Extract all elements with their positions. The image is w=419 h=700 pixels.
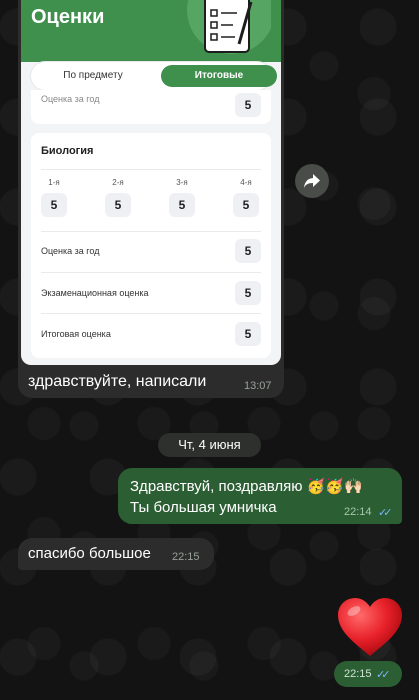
- year-grade-label: Оценка за год: [41, 246, 100, 256]
- exam-grade-badge: 5: [235, 281, 261, 305]
- message-time: 13:07: [244, 380, 272, 392]
- tab-final[interactable]: Итоговые: [161, 65, 277, 87]
- quarter-grade-badge: 5: [233, 193, 259, 217]
- previous-card-peek: Оценка за год 5: [31, 90, 271, 124]
- quarter-label: 2-я: [112, 178, 124, 187]
- app-title: Оценки: [31, 6, 105, 28]
- incoming-message-text: спасибо большое: [28, 545, 151, 562]
- grades-app-screenshot[interactable]: Оценки По предмету Итоговые Оценка за го…: [21, 0, 281, 365]
- quarter-label: 3-я: [176, 178, 188, 187]
- heart-message-time-pill: 22:15 ✓✓: [334, 661, 402, 687]
- quarter-label: 4-я: [240, 178, 252, 187]
- app-header: Оценки: [21, 0, 281, 62]
- message-time: 22:15: [344, 668, 372, 680]
- date-separator: Чт, 4 июня: [158, 433, 261, 457]
- checklist-illustration-icon: [187, 0, 271, 54]
- tab-by-subject[interactable]: По предмету: [35, 65, 151, 87]
- double-check-icon: ✓✓: [378, 507, 393, 519]
- exam-grade-label: Экзаменационная оценка: [41, 288, 149, 298]
- red-heart-emoji[interactable]: [336, 596, 404, 658]
- peek-label: Оценка за год: [41, 94, 100, 104]
- quarter-grade-badge: 5: [169, 193, 195, 217]
- divider: [41, 313, 261, 314]
- divider: [41, 169, 261, 170]
- quarter-grade-badge: 5: [105, 193, 131, 217]
- outgoing-message-bubble[interactable]: Здравствуй, поздравляю 🥳🥳🙌🏻 Ты большая у…: [118, 468, 402, 524]
- grades-tab-switcher: По предмету Итоговые: [31, 62, 277, 90]
- forward-arrow-icon: [304, 174, 320, 188]
- incoming-message-bubble[interactable]: спасибо большое 22:15: [18, 538, 214, 570]
- final-grade-badge: 5: [235, 322, 261, 346]
- message-time: 22:14: [344, 506, 372, 518]
- divider: [41, 231, 261, 232]
- year-grade-badge: 5: [235, 239, 261, 263]
- quarter-grade-badge: 5: [41, 193, 67, 217]
- final-grade-label: Итоговая оценка: [41, 329, 111, 339]
- image-message-bubble[interactable]: Оценки По предмету Итоговые Оценка за го…: [18, 0, 284, 398]
- quarter-label: 1-я: [48, 178, 60, 187]
- peek-grade-badge: 5: [235, 93, 261, 117]
- forward-button[interactable]: [295, 164, 329, 198]
- subject-grades-card: Биология 1-я 2-я 3-я 4-я 5 5 5 5 Оценка …: [31, 133, 271, 358]
- message-time: 22:15: [172, 551, 200, 563]
- divider: [41, 272, 261, 273]
- subject-title: Биология: [41, 145, 94, 157]
- outgoing-line-1: Здравствуй, поздравляю 🥳🥳🙌🏻: [130, 478, 363, 495]
- image-caption: здравствуйте, написали: [28, 373, 207, 390]
- double-check-icon: ✓✓: [376, 669, 391, 681]
